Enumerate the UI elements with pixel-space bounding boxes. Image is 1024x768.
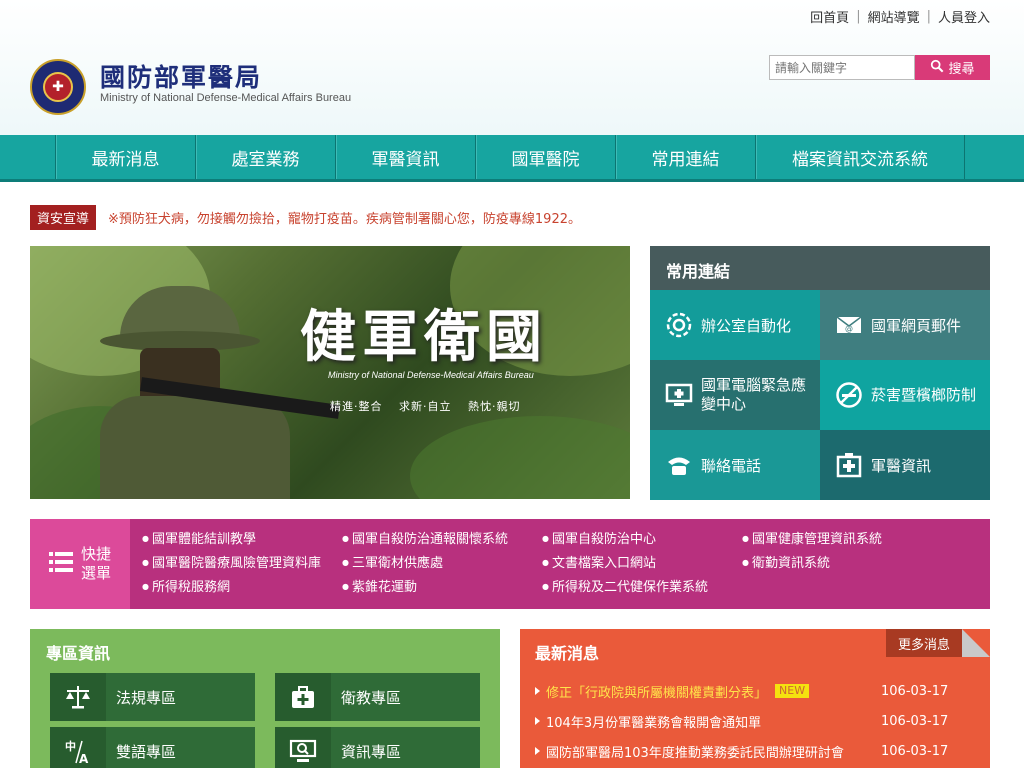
search-input[interactable]	[769, 55, 915, 80]
nav-item-archives[interactable]: 檔案資訊交流系統	[755, 135, 965, 179]
sitemap-link[interactable]: 網站導覽	[868, 7, 920, 26]
link-label: 國軍電腦緊急應變中心	[701, 376, 807, 413]
news-title: 國防部軍醫局103年度推動業務委託民間辦理研討會	[546, 745, 844, 761]
link-label: 軍醫資訊	[871, 456, 932, 475]
quick-menu-label: 快捷 選單	[30, 519, 130, 609]
topic-label: 雙語專區	[116, 742, 177, 761]
divider: |	[926, 9, 931, 24]
link-label: 辦公室自動化	[701, 316, 792, 335]
topics-panel: 專區資訊 法規專區 衛教專區 中A 雙語專區 資訊專區	[30, 629, 500, 768]
quick-item[interactable]: 國軍體能結訓教學	[142, 528, 342, 547]
no-smoking-icon	[834, 380, 864, 410]
quick-item[interactable]: 國軍健康管理資訊系統	[742, 528, 942, 547]
corner-fold	[962, 629, 990, 657]
quick-menu: 快捷選單 國軍體能結訓教學 國軍自殺防治通報關懷系統 國軍自殺防治中心 國軍健康…	[30, 519, 990, 609]
nav-item-medical-info[interactable]: 軍醫資訊	[335, 135, 475, 179]
banner-title: 健軍衛國	[300, 304, 548, 370]
nav-item-links[interactable]: 常用連結	[615, 135, 755, 179]
nav-item-divisions[interactable]: 處室業務	[195, 135, 335, 179]
topic-bilingual[interactable]: 中A 雙語專區	[50, 727, 255, 768]
topic-health-education[interactable]: 衛教專區	[275, 673, 480, 721]
medical-emblem-icon: ✚	[43, 72, 73, 102]
bureau-logo[interactable]: ✚	[30, 59, 86, 115]
common-links-heading: 常用連結	[650, 246, 990, 290]
site-header: 回首頁 | 網站導覽 | 人員登入 ✚ 國防部軍醫局 Ministry of N…	[0, 0, 1024, 135]
link-medical-info[interactable]: 軍醫資訊	[820, 430, 990, 500]
quick-item[interactable]: 國軍自殺防治中心	[542, 528, 742, 547]
news-date: 106-03-17	[881, 713, 949, 729]
quick-item[interactable]: 國軍醫院醫療風險管理資料庫	[142, 552, 342, 571]
link-cert-center[interactable]: 國軍電腦緊急應變中心	[650, 360, 820, 430]
link-label: 菸害暨檳榔防制	[871, 385, 977, 404]
hospital-icon	[834, 450, 864, 480]
nav-item-hospitals[interactable]: 國軍醫院	[475, 135, 615, 179]
news-heading: 最新消息	[535, 644, 600, 663]
top-links: 回首頁 | 網站導覽 | 人員登入	[810, 7, 990, 26]
site-subtitle: Ministry of National Defense-Medical Aff…	[100, 92, 352, 104]
news-date: 106-03-17	[881, 743, 949, 759]
computer-search-icon	[275, 727, 331, 768]
search-form: 搜尋	[769, 55, 990, 80]
first-aid-kit-icon	[275, 673, 331, 721]
common-links-panel: 常用連結 辦公室自動化 @ 國軍網頁郵件 國軍電腦緊急應變中心 菸害暨檳榔防制 …	[650, 246, 990, 500]
svg-text:@: @	[845, 324, 853, 333]
announcement-text[interactable]: ※預防狂犬病，勿接觸勿撿拾，寵物打疫苗。疾病管制署關心您，防疫專線1922。	[108, 208, 581, 227]
quick-item[interactable]: 所得稅及二代健保作業系統	[542, 576, 742, 595]
new-badge: NEW	[775, 684, 810, 698]
link-tobacco-control[interactable]: 菸害暨檳榔防制	[820, 360, 990, 430]
topic-regulations[interactable]: 法規專區	[50, 673, 255, 721]
more-news-button[interactable]: 更多消息	[886, 629, 962, 657]
link-office-automation[interactable]: 辦公室自動化	[650, 290, 820, 360]
monitor-medical-icon	[664, 380, 694, 410]
link-label: 國軍網頁郵件	[871, 316, 962, 335]
topic-label: 衛教專區	[341, 688, 402, 707]
phone-icon	[664, 450, 694, 480]
search-button-label: 搜尋	[948, 62, 975, 77]
login-link[interactable]: 人員登入	[938, 7, 990, 26]
quick-item[interactable]: 衛勤資訊系統	[742, 552, 942, 571]
news-panel: 最新消息 更多消息 修正「行政院與所屬機關權責劃分表」 NEW 106-03-1…	[520, 629, 990, 768]
news-item[interactable]: 修正「行政院與所屬機關權責劃分表」 NEW 106-03-17	[535, 676, 975, 706]
link-label: 聯絡電話	[701, 456, 762, 475]
scales-icon	[50, 673, 106, 721]
banner-subtitle: Ministry of National Defense-Medical Aff…	[328, 370, 534, 380]
quick-item[interactable]: 文書檔案入口網站	[542, 552, 742, 571]
news-title: 修正「行政院與所屬機關權責劃分表」	[546, 685, 768, 701]
quick-item[interactable]: 紫錐花運動	[342, 576, 542, 595]
news-item[interactable]: 104年3月份軍醫業務會報開會通知單 106-03-17	[535, 706, 975, 736]
security-announcement: 資安宣導 ※預防狂犬病，勿接觸勿撿拾，寵物打疫苗。疾病管制署關心您，防疫專線19…	[30, 205, 581, 230]
news-date: 106-03-17	[881, 683, 949, 699]
svg-text:中: 中	[65, 739, 76, 753]
search-icon	[930, 59, 944, 77]
topics-heading: 專區資訊	[46, 644, 111, 663]
hero-banner[interactable]: 健軍衛國 Ministry of National Defense-Medica…	[30, 246, 630, 499]
quick-label-line1: 快捷	[80, 545, 111, 563]
news-item[interactable]: 國防部軍醫局103年度推動業務委託民間辦理研討會 106-03-17	[535, 736, 975, 766]
quick-item[interactable]: 國軍自殺防治通報關懷系統	[342, 528, 542, 547]
announcement-badge: 資安宣導	[30, 205, 97, 230]
topic-information[interactable]: 資訊專區	[275, 727, 480, 768]
list-icon	[48, 551, 73, 577]
soldier-image	[100, 286, 341, 499]
news-title: 104年3月份軍醫業務會報開會通知單	[546, 715, 762, 731]
banner-motto: 精進‧整合 求新‧自立 熱忱‧親切	[330, 400, 521, 413]
topic-label: 資訊專區	[341, 742, 402, 761]
search-button[interactable]: 搜尋	[915, 55, 990, 80]
quick-item[interactable]: 所得稅服務網	[142, 576, 342, 595]
link-webmail[interactable]: @ 國軍網頁郵件	[820, 290, 990, 360]
quick-label-line2: 選單	[80, 564, 111, 582]
nav-item-news[interactable]: 最新消息	[55, 135, 195, 179]
gear-icon	[664, 310, 694, 340]
divider: |	[856, 9, 861, 24]
quick-item[interactable]: 三軍衛材供應處	[342, 552, 542, 571]
svg-text:A: A	[79, 752, 89, 765]
main-nav: 最新消息 處室業務 軍醫資訊 國軍醫院 常用連結 檔案資訊交流系統	[0, 135, 1024, 182]
email-icon: @	[834, 310, 864, 340]
home-link[interactable]: 回首頁	[810, 7, 849, 26]
bilingual-icon: 中A	[50, 727, 106, 768]
topic-label: 法規專區	[116, 688, 177, 707]
link-contact-phone[interactable]: 聯絡電話	[650, 430, 820, 500]
site-title[interactable]: 國防部軍醫局	[100, 58, 262, 94]
